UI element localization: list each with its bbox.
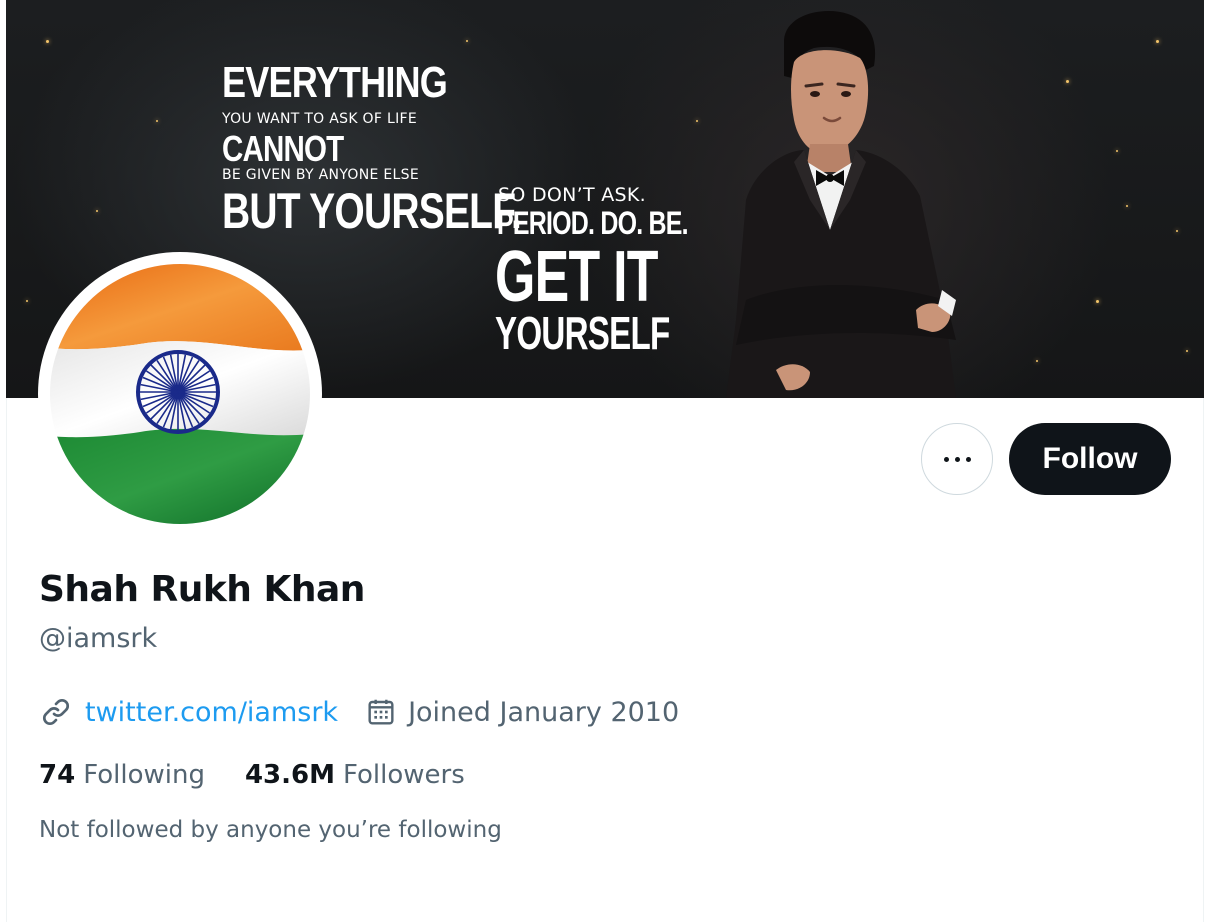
link-icon: [39, 695, 73, 729]
banner-quote-ask-of-life: YOU WANT TO ASK OF LIFE: [222, 111, 417, 127]
banner-sparkle: [466, 40, 468, 42]
user-handle: @iamsrk: [39, 623, 158, 654]
banner-quote-yourself: YOURSELF: [495, 307, 670, 359]
banner-sparkle: [696, 120, 698, 122]
following-label: Following: [83, 760, 205, 790]
banner-quote-everything: EVERYTHING: [222, 58, 448, 107]
banner-sparkle: [26, 300, 28, 302]
more-horizontal-icon: [943, 456, 949, 462]
banner-sparkle: [156, 120, 158, 122]
banner-sparkle: [1156, 40, 1159, 43]
calendar-icon: [364, 695, 398, 729]
banner-sparkle: [96, 210, 98, 212]
banner-sparkle: [1116, 150, 1118, 152]
follow-stats: 74 Following 43.6M Followers: [39, 757, 465, 793]
banner-sparkle: [1126, 205, 1128, 207]
banner-quote-anyone-else: BE GIVEN BY ANYONE ELSE: [222, 167, 419, 183]
follow-button[interactable]: Follow: [1009, 423, 1171, 495]
following-count: 74: [39, 760, 76, 790]
display-name: Shah Rukh Khan: [39, 569, 365, 610]
banner-quote-dont-ask: SO DON’T ASK.: [498, 184, 646, 206]
website-link[interactable]: twitter.com/iamsrk: [85, 697, 338, 728]
banner-sparkle: [1176, 230, 1178, 232]
banner-quote-but-yourself: BUT YOURSELF.: [222, 183, 522, 239]
banner-portrait: [726, 11, 956, 398]
followers-link[interactable]: 43.6M Followers: [245, 760, 465, 790]
banner-sparkle: [1036, 360, 1038, 362]
social-context: Not followed by anyone you’re following: [39, 817, 502, 843]
followers-label: Followers: [342, 760, 465, 790]
profile-meta: twitter.com/iamsrk Joined January 2010: [39, 692, 679, 732]
profile-avatar[interactable]: [38, 252, 322, 536]
more-horizontal-icon-dot: [954, 456, 960, 462]
banner-quote-cannot: CANNOT: [222, 128, 344, 169]
banner-sparkle: [46, 40, 49, 43]
joined-label: Joined January 2010: [408, 696, 680, 728]
banner-sparkle: [1096, 300, 1099, 303]
joined-date: Joined January 2010: [364, 695, 679, 729]
india-flag-icon: [50, 264, 310, 524]
more-options-button[interactable]: [921, 423, 993, 495]
following-link[interactable]: 74 Following: [39, 760, 205, 790]
more-horizontal-icon-dot: [965, 456, 971, 462]
profile-page: EVERYTHING YOU WANT TO ASK OF LIFE CANNO…: [0, 0, 1206, 922]
banner-sparkle: [1186, 350, 1188, 352]
followers-count: 43.6M: [244, 760, 335, 790]
banner-sparkle: [1066, 80, 1069, 83]
